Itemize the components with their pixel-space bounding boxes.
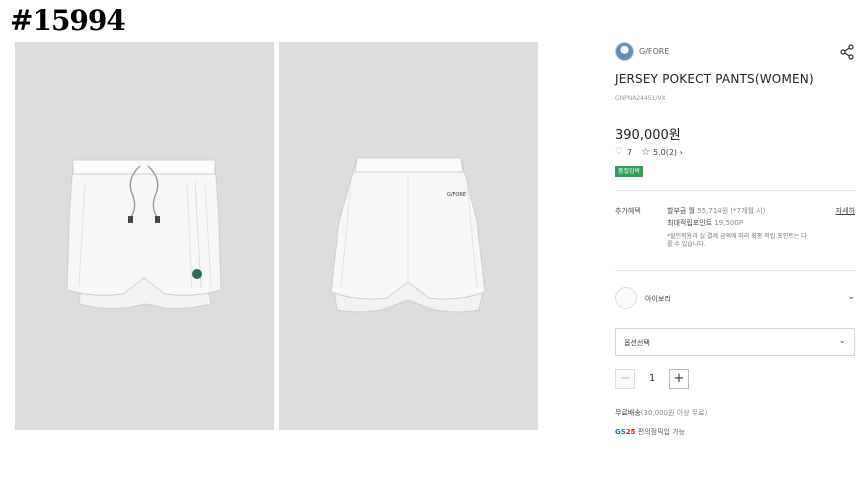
quantity-value[interactable]: 1 <box>649 373 655 384</box>
benefits-label: 추가혜택 <box>615 207 641 215</box>
divider <box>615 270 855 271</box>
listing-number: #15994 <box>10 4 126 37</box>
shipping-info: 무료배송(30,000원 이상 무료) <box>615 409 708 417</box>
product-price: 390,000원 <box>615 128 681 143</box>
product-image-back[interactable]: G/FORE <box>279 42 538 430</box>
color-label: 아이보리 <box>645 295 671 303</box>
heart-icon[interactable]: ♡ <box>615 147 623 157</box>
like-count: 7 <box>627 148 633 157</box>
shorts-back-illustration <box>330 157 486 313</box>
option-select[interactable]: 옵션선택 ⌄ <box>615 328 855 356</box>
product-image-front[interactable] <box>15 42 274 430</box>
quantity-decrease-button[interactable]: − <box>615 369 635 389</box>
chevron-down-icon[interactable]: ⌄ <box>847 292 855 302</box>
low-stock-badge: 품절임박 <box>615 166 644 177</box>
brand-row: G/FORE <box>615 42 855 64</box>
shorts-front-illustration <box>66 159 222 309</box>
color-swatch-ivory[interactable] <box>615 287 637 309</box>
option-select-label: 옵션선택 <box>624 339 650 347</box>
product-code: GNPNA24451/VX <box>615 95 666 102</box>
product-image-logo: G/FORE <box>447 192 467 198</box>
gs25-logo: GS25 <box>615 428 636 436</box>
color-option[interactable]: 아이보리 ⌄ <box>615 287 855 311</box>
star-icon: ☆ <box>641 147 650 158</box>
chevron-down-icon: ⌄ <box>838 336 846 346</box>
quantity-increase-button[interactable]: + <box>669 369 689 389</box>
product-title: JERSEY POKECT PANTS(WOMEN) <box>615 72 814 86</box>
benefits-detail-link[interactable]: 자세히 <box>836 206 855 216</box>
brand-logo[interactable] <box>615 42 634 61</box>
rating-link[interactable]: 5.0(2) › <box>653 148 683 157</box>
installment-info: 할부금 월 55,714원 (*7개월 시) <box>667 207 766 215</box>
points-info: 최대적립포인트 19,500P <box>667 219 744 227</box>
points-note: *할인적용과 실 결제 금액에 따라 최종 적립 포인트는 다를 수 있습니다. <box>667 233 807 248</box>
convenience-store-pickup: GS25 편의점픽업 가능 <box>615 428 686 436</box>
divider <box>615 190 855 191</box>
share-icon[interactable] <box>839 44 855 60</box>
brand-name[interactable]: G/FORE <box>639 47 669 56</box>
